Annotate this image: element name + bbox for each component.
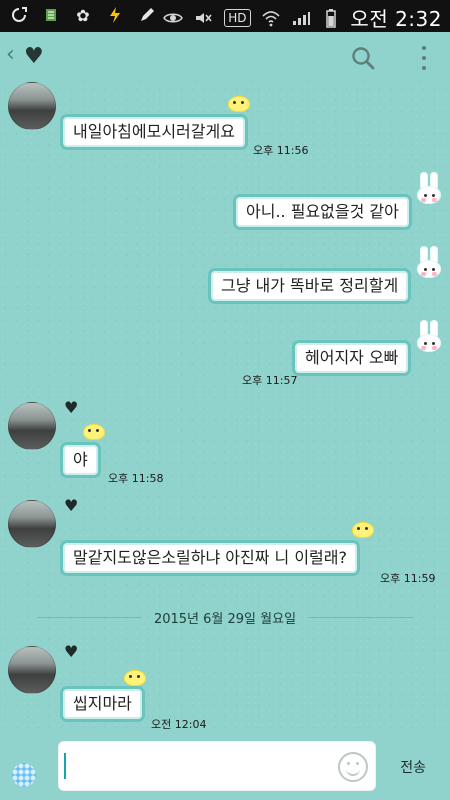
chat-area[interactable]: 내일아침에모시러갈게요 오후 11:56 아니.. 필요없을것 같아 그냥 내가… [0,82,450,731]
avatar[interactable] [8,402,56,450]
message-time: 오후 11:56 [253,144,309,157]
search-icon[interactable] [350,45,376,71]
message-bubble[interactable]: 그냥 내가 똑바로 정리할게 [208,268,412,304]
message-input-bar: 전송 [0,730,450,800]
mute-icon [192,7,214,29]
message-bubble[interactable]: 헤어지자 오빠 [292,340,412,376]
message-bubble[interactable]: 씹지마라 [60,686,145,722]
heart-icon: ♥ [64,496,79,515]
message-text: 내일아침에모시러갈게요 [73,122,235,141]
heart-icon[interactable]: ♥ [24,44,44,69]
back-icon[interactable]: ‹ [6,42,15,67]
message-text: 그냥 내가 똑바로 정리할게 [221,276,399,295]
chick-sticker-icon [124,670,146,686]
message-bubble[interactable]: 아니.. 필요없을것 같아 [233,194,412,230]
eye-icon [162,7,184,29]
avatar[interactable] [8,500,56,548]
status-bar-time: 오전 2:32 [350,7,442,31]
heart-icon: ♥ [64,398,79,417]
message-text: 말같지도않은소릴하냐 아진짜 니 이럴래? [73,548,347,567]
date-separator-text: 2015년 6월 29일 월요일 [153,611,297,627]
date-separator-line [36,616,142,618]
status-bar-right-icons: HD 오전 2:32 [162,3,442,32]
bunny-sticker-icon [414,172,444,206]
message-bubble[interactable]: 내일아침에모시러갈게요 [60,114,248,150]
date-separator: 2015년 6월 29일 월요일 [0,600,450,634]
message-time: 오후 11:59 [380,572,436,585]
emoji-icon[interactable] [338,752,368,782]
more-vertical-icon[interactable] [420,46,428,70]
text-caret [64,753,66,779]
hd-badge: HD [224,8,251,27]
flower-icon: ✿ [76,5,90,25]
more-dot [422,66,426,70]
battery-icon [320,7,342,29]
message-text: 씹지마라 [73,694,132,713]
sync-icon [8,4,30,26]
signal-icon [290,7,312,29]
heart-icon: ♥ [64,642,79,661]
charging-icon [104,4,126,26]
message-bubble[interactable]: 말같지도않은소릴하냐 아진짜 니 이럴래? [60,540,360,576]
attachment-icon[interactable] [12,763,36,787]
hd-icon: HD [222,7,252,29]
pen-icon [136,4,158,26]
chat-app-bar: ‹ ♥ [0,32,450,84]
message-text: 야 [73,450,88,469]
status-bar: ✿ HD 오전 2:32 [0,0,450,32]
send-button[interactable]: 전송 [400,757,426,777]
message-text: 아니.. 필요없을것 같아 [246,202,399,221]
message-input[interactable] [58,741,376,791]
more-dot [422,46,426,50]
more-dot [422,56,426,60]
sim-icon [40,4,62,26]
status-bar-left-icons: ✿ [8,4,158,26]
chick-sticker-icon [352,522,374,538]
bunny-sticker-icon [414,320,444,354]
date-separator-line [308,616,414,618]
message-text: 헤어지자 오빠 [305,348,399,367]
wifi-icon [260,7,282,29]
avatar[interactable] [8,646,56,694]
message-time: 오후 11:58 [108,472,164,485]
message-bubble[interactable]: 야 [60,442,101,478]
bunny-sticker-icon [414,246,444,280]
message-time: 오후 11:57 [242,374,298,387]
avatar[interactable] [8,82,56,130]
chick-sticker-icon [228,96,250,112]
chick-sticker-icon [83,424,105,440]
